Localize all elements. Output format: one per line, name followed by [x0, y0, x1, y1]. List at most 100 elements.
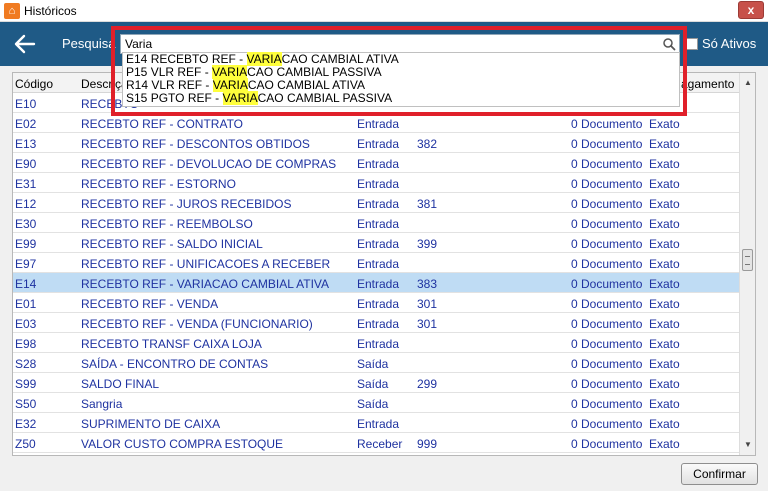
cell-conta: 301 — [417, 297, 438, 311]
table-row[interactable]: E01 RECEBTO REF - VENDA Entrada 301 0 Docume… — [13, 293, 741, 313]
header-descricao[interactable]: Descriçã — [81, 77, 128, 91]
suggestion-code: S15 — [126, 91, 148, 105]
table-row[interactable]: E14 RECEBTO REF - VARIACAO CAMBIAL ATIVA E… — [13, 273, 741, 293]
cell-pagamento: Exato — [649, 377, 680, 391]
cell-descricao: RECEBTO REF - JUROS RECEBIDOS — [81, 197, 292, 211]
cell-descricao: Sangria — [81, 397, 123, 411]
cell-descricao: VALOR CUSTO COMPRA ESTOQUE — [81, 437, 284, 451]
suggestion-item[interactable]: S15 PGTO REF - VARIACAO CAMBIAL PASSIVA — [123, 91, 679, 105]
table-row[interactable]: E32 SUPRIMENTO DE CAIXA Entrada 0 Documento… — [13, 413, 741, 433]
cell-documento: 0 Documento — [571, 217, 643, 231]
confirm-button[interactable]: Confirmar — [681, 463, 758, 485]
cell-codigo: E32 — [15, 417, 37, 431]
cell-tipo: Entrada — [357, 237, 400, 251]
cell-tipo: Entrada — [357, 297, 400, 311]
cell-codigo: E12 — [15, 197, 37, 211]
cell-pagamento: Exato — [649, 157, 680, 171]
table-row[interactable]: E12 RECEBTO REF - JUROS RECEBIDOS Entrada 3… — [13, 193, 741, 213]
cell-tipo: Entrada — [357, 177, 400, 191]
cell-codigo: E99 — [15, 237, 37, 251]
cell-pagamento: Exato — [649, 137, 680, 151]
cell-codigo: S50 — [15, 397, 37, 411]
cell-documento: 0 Documento — [571, 357, 643, 371]
table-row[interactable]: Z50 VALOR CUSTO COMPRA ESTOQUE Receber 999 0… — [13, 433, 741, 453]
table-row[interactable]: E98 RECEBTO TRANSF CAIXA LOJA Entrada 0 Doc… — [13, 333, 741, 353]
cell-documento: 0 Documento — [571, 337, 643, 351]
scroll-thumb[interactable] — [742, 249, 753, 271]
cell-conta: 382 — [417, 137, 438, 151]
cell-descricao: RECEBTO REF - VENDA (FUNCIONARIO) — [81, 317, 313, 331]
suggestion-match: VARIA — [212, 65, 248, 79]
suggestion-code: R14 — [126, 78, 149, 92]
cell-codigo: E31 — [15, 177, 37, 191]
suggestion-code: E14 — [126, 52, 148, 66]
grid-rows: E10 RECEBTO E02 RECEBTO REF - CONTRATO Entra… — [13, 93, 741, 453]
cell-tipo: Entrada — [357, 417, 400, 431]
table-row[interactable]: E02 RECEBTO REF - CONTRATO Entrada 0 Docume… — [13, 113, 741, 133]
table-row[interactable]: E97 RECEBTO REF - UNIFICACOES A RECEBER En… — [13, 253, 741, 273]
cell-descricao: RECEBTO REF - VENDA — [81, 297, 219, 311]
suggestion-prefix: VLR REF - — [151, 78, 213, 92]
suggestion-match: VARIA — [212, 78, 248, 92]
cell-tipo: Entrada — [357, 157, 400, 171]
table-row[interactable]: S50 Sangria Saída 0 Documento Exato — [13, 393, 741, 413]
cell-conta: 999 — [417, 437, 438, 451]
cell-conta: 383 — [417, 277, 438, 291]
suggestion-prefix: VLR REF - — [150, 65, 213, 79]
table-row[interactable]: S99 SALDO FINAL Saída 299 0 Documento Exato — [13, 373, 741, 393]
cell-tipo: Entrada — [357, 277, 400, 291]
cell-tipo: Entrada — [357, 217, 400, 231]
checkbox-box[interactable] — [686, 38, 698, 50]
back-arrow-icon[interactable] — [12, 31, 38, 57]
table-row[interactable]: E30 RECEBTO REF - REEMBOLSO Entrada 0 Docum… — [13, 213, 741, 233]
table-row[interactable]: S28 SAÍDA - ENCONTRO DE CONTAS Saída 0 Docu… — [13, 353, 741, 373]
cell-pagamento: Exato — [649, 357, 680, 371]
suggestion-prefix: PGTO REF - — [150, 91, 223, 105]
vertical-scrollbar[interactable]: ▲ ▼ — [739, 73, 755, 455]
cell-documento: 0 Documento — [571, 177, 643, 191]
so-ativos-checkbox[interactable]: Só Ativos — [686, 36, 756, 51]
cell-conta: 381 — [417, 197, 438, 211]
cell-codigo: E98 — [15, 337, 37, 351]
cell-codigo: E13 — [15, 137, 37, 151]
cell-tipo: Entrada — [357, 117, 400, 131]
cell-pagamento: Exato — [649, 217, 680, 231]
cell-codigo: S28 — [15, 357, 37, 371]
scroll-down-icon[interactable]: ▼ — [740, 437, 755, 453]
cell-pagamento: Exato — [649, 437, 680, 451]
table-row[interactable]: E13 RECEBTO REF - DESCONTOS OBTIDOS Entrad… — [13, 133, 741, 153]
cell-descricao: RECEBTO REF - UNIFICACOES A RECEBER — [81, 257, 331, 271]
cell-documento: 0 Documento — [571, 137, 643, 151]
cell-descricao: RECEBTO REF - ESTORNO — [81, 177, 236, 191]
table-row[interactable]: E99 RECEBTO REF - SALDO INICIAL Entrada 399… — [13, 233, 741, 253]
cell-descricao: SAÍDA - ENCONTRO DE CONTAS — [81, 357, 269, 371]
cell-pagamento: Exato — [649, 397, 680, 411]
cell-documento: 0 Documento — [571, 157, 643, 171]
header-codigo[interactable]: Código — [15, 77, 53, 91]
cell-pagamento: Exato — [649, 257, 680, 271]
cell-codigo: E02 — [15, 117, 37, 131]
search-box — [120, 34, 680, 54]
cell-documento: 0 Documento — [571, 197, 643, 211]
cell-codigo: E97 — [15, 257, 37, 271]
header-pagamento[interactable]: agamento — [681, 77, 734, 91]
table-row[interactable]: E03 RECEBTO REF - VENDA (FUNCIONARIO) Entr… — [13, 313, 741, 333]
cell-codigo: E10 — [15, 97, 37, 111]
table-row[interactable]: E31 RECEBTO REF - ESTORNO Entrada 0 Documen… — [13, 173, 741, 193]
suggestion-suffix: CAO CAMBIAL ATIVA — [247, 78, 365, 92]
cell-tipo: Saída — [357, 357, 389, 371]
cell-documento: 0 Documento — [571, 117, 643, 131]
cell-tipo: Entrada — [357, 257, 400, 271]
close-button[interactable]: x — [738, 1, 764, 19]
cell-descricao: RECEBTO TRANSF CAIXA LOJA — [81, 337, 262, 351]
cell-documento: 0 Documento — [571, 257, 643, 271]
cell-codigo: E30 — [15, 217, 37, 231]
suggestion-match: VARIA — [222, 91, 258, 105]
suggestion-code: P15 — [126, 65, 148, 79]
app-icon: ⌂ — [4, 3, 20, 19]
scroll-up-icon[interactable]: ▲ — [740, 75, 755, 91]
table-row[interactable]: E90 RECEBTO REF - DEVOLUCAO DE COMPRAS Ent… — [13, 153, 741, 173]
search-icon[interactable] — [662, 37, 676, 51]
cell-descricao: RECEBTO REF - CONTRATO — [81, 117, 244, 131]
search-input[interactable] — [123, 36, 653, 52]
